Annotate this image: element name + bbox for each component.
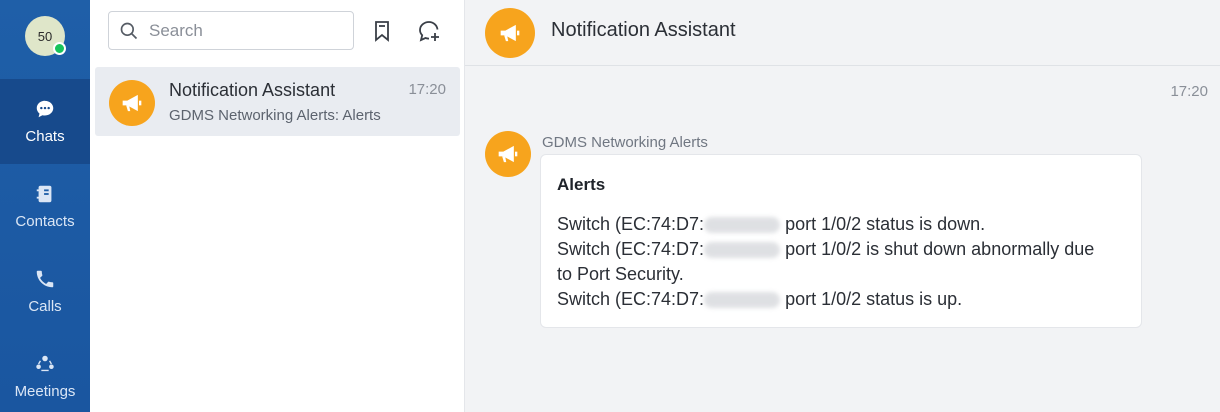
- chat-bubble-icon: [36, 100, 54, 118]
- search-box[interactable]: [108, 11, 354, 50]
- user-avatar[interactable]: 50: [25, 16, 66, 56]
- message-line: Switch (EC:74:D7: port 1/0/2 status is u…: [557, 287, 1125, 312]
- message-line: to Port Security.: [557, 262, 1125, 287]
- line-suffix: port 1/0/2 status is up.: [780, 289, 963, 309]
- address-book-icon: [36, 185, 52, 203]
- nav-item-meetings[interactable]: Meetings: [0, 334, 90, 412]
- message-line: Switch (EC:74:D7: port 1/0/2 is shut dow…: [557, 237, 1125, 262]
- megaphone-icon: [485, 131, 531, 177]
- chat-list-item[interactable]: Notification Assistant 17:20 GDMS Networ…: [95, 67, 460, 136]
- nav-item-chats[interactable]: Chats: [0, 79, 90, 164]
- line-prefix: Switch (EC:74:D7:: [557, 289, 705, 309]
- line-text: to Port Security.: [557, 264, 684, 284]
- app-window: 50 Chats Contacts Calls Meetings Search …: [0, 0, 1220, 412]
- new-chat-icon: [419, 21, 439, 42]
- redacted-mac: [704, 217, 781, 234]
- conversation-title: Notification Assistant: [551, 19, 736, 41]
- nav-item-calls[interactable]: Calls: [0, 249, 90, 334]
- line-prefix: Switch (EC:74:D7:: [557, 239, 705, 259]
- message-line: Switch (EC:74:D7: port 1/0/2 status is d…: [557, 212, 1125, 237]
- message-title: Alerts: [557, 175, 606, 194]
- chat-name: Notification Assistant: [169, 80, 336, 100]
- nav-label: Calls: [28, 298, 62, 315]
- redacted-mac: [704, 242, 781, 259]
- meetings-icon: [36, 355, 54, 372]
- nav-rail: 50 Chats Contacts Calls Meetings: [0, 0, 90, 412]
- nav-label: Chats: [25, 128, 65, 145]
- scrollbar[interactable]: [1212, 66, 1220, 412]
- chat-list-panel: Notification Assistant 17:20 GDMS Networ…: [90, 0, 465, 412]
- line-prefix: Switch (EC:74:D7:: [557, 214, 705, 234]
- chat-preview: GDMS Networking Alerts: Alerts: [169, 107, 381, 124]
- nav-label: Contacts: [15, 213, 75, 230]
- conversation-header: Notification Assistant: [465, 0, 1220, 66]
- presence-online-icon: [53, 42, 66, 55]
- new-chat-button[interactable]: [416, 18, 442, 44]
- bookmark-icon: [375, 21, 389, 42]
- message-timestamp: 17:20: [1170, 83, 1208, 100]
- chat-time: 17:20: [408, 81, 446, 98]
- message-body: Switch (EC:74:D7: port 1/0/2 status is d…: [557, 212, 1125, 312]
- message-bubble[interactable]: Alerts Switch (EC:74:D7: port 1/0/2 stat…: [540, 154, 1142, 328]
- nav-item-contacts[interactable]: Contacts: [0, 164, 90, 249]
- search-input[interactable]: [149, 20, 339, 41]
- conversation-pane: Notification Assistant 17:20 GDMS Networ…: [465, 0, 1220, 412]
- search-icon: [120, 22, 138, 39]
- megaphone-icon: [485, 8, 535, 58]
- message-sender: GDMS Networking Alerts: [542, 134, 708, 151]
- bookmark-button[interactable]: [369, 18, 395, 44]
- line-suffix: port 1/0/2 is shut down abnormally due: [780, 239, 1095, 259]
- megaphone-icon: [109, 80, 155, 126]
- redacted-mac: [704, 292, 781, 309]
- phone-icon: [36, 270, 54, 288]
- line-suffix: port 1/0/2 status is down.: [780, 214, 986, 234]
- nav-label: Meetings: [14, 383, 76, 400]
